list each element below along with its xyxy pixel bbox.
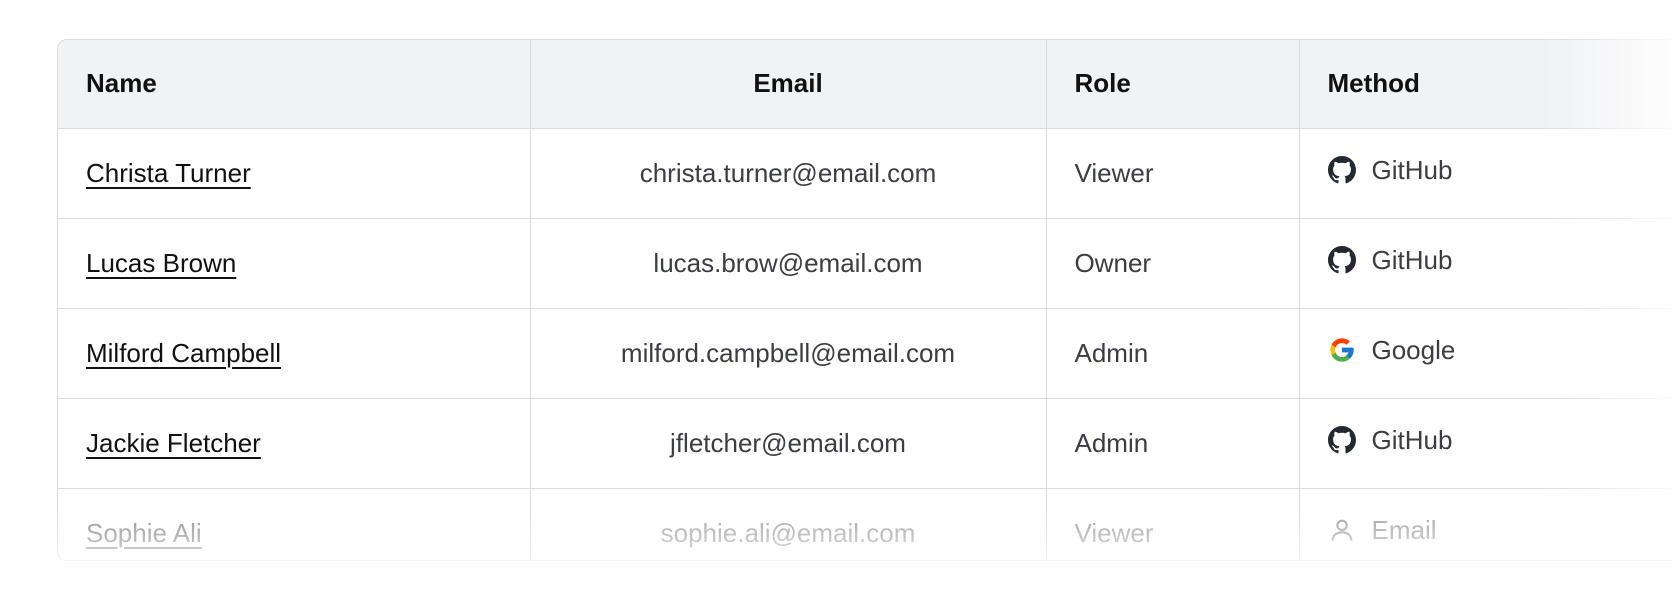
role-cell: Owner xyxy=(1046,218,1300,309)
role-cell: Admin xyxy=(1046,398,1300,489)
table-header-row: Name Email Role Method xyxy=(58,40,1672,129)
method-cell: GitHub xyxy=(1299,218,1672,309)
email-cell: jfletcher@email.com xyxy=(530,398,1047,489)
column-header-method[interactable]: Method xyxy=(1299,40,1672,129)
method-cell: Google xyxy=(1299,308,1672,399)
method-label: Google xyxy=(1371,334,1456,365)
name-cell: Jackie Fletcher xyxy=(58,398,531,489)
user-name-link[interactable]: Christa Turner xyxy=(86,158,251,188)
user-icon xyxy=(1331,519,1352,541)
column-header-email[interactable]: Email xyxy=(530,40,1047,129)
email-cell: christa.turner@email.com xyxy=(530,128,1047,219)
user-name-link[interactable]: Sophie Ali xyxy=(86,518,202,548)
table-row: Sophie Ali sophie.ali@email.com Viewer E… xyxy=(58,488,1672,560)
google-icon xyxy=(1329,338,1354,362)
method-label: GitHub xyxy=(1371,244,1453,275)
method-label: GitHub xyxy=(1371,154,1453,185)
users-table-container: Name Email Role Method Christa Turner ch… xyxy=(57,39,1672,561)
email-cell: milford.campbell@email.com xyxy=(530,308,1047,399)
github-icon xyxy=(1327,246,1356,274)
email-cell: lucas.brow@email.com xyxy=(530,218,1047,309)
table-row: Lucas Brown lucas.brow@email.com Owner G… xyxy=(58,218,1672,309)
name-cell: Lucas Brown xyxy=(58,218,531,309)
method-cell: GitHub xyxy=(1299,398,1672,489)
method-cell: GitHub xyxy=(1299,128,1672,219)
users-table: Name Email Role Method Christa Turner ch… xyxy=(58,40,1672,560)
user-name-link[interactable]: Milford Campbell xyxy=(86,338,281,368)
user-name-link[interactable]: Jackie Fletcher xyxy=(86,428,261,458)
column-header-role[interactable]: Role xyxy=(1046,40,1300,129)
name-cell: Milford Campbell xyxy=(58,308,531,399)
method-cell: Email xyxy=(1299,488,1672,560)
github-icon xyxy=(1327,426,1356,454)
method-label: Email xyxy=(1371,514,1437,545)
column-header-name[interactable]: Name xyxy=(58,40,531,129)
method-label: GitHub xyxy=(1371,424,1453,455)
table-row: Jackie Fletcher jfletcher@email.com Admi… xyxy=(58,398,1672,489)
table-row: Christa Turner christa.turner@email.com … xyxy=(58,128,1672,219)
github-icon xyxy=(1327,156,1356,184)
name-cell: Sophie Ali xyxy=(58,488,531,560)
role-cell: Admin xyxy=(1046,308,1300,399)
email-cell: sophie.ali@email.com xyxy=(530,488,1047,560)
name-cell: Christa Turner xyxy=(58,128,531,219)
role-cell: Viewer xyxy=(1046,488,1300,560)
table-row: Milford Campbell milford.campbell@email.… xyxy=(58,308,1672,399)
user-name-link[interactable]: Lucas Brown xyxy=(86,248,236,278)
role-cell: Viewer xyxy=(1046,128,1300,219)
